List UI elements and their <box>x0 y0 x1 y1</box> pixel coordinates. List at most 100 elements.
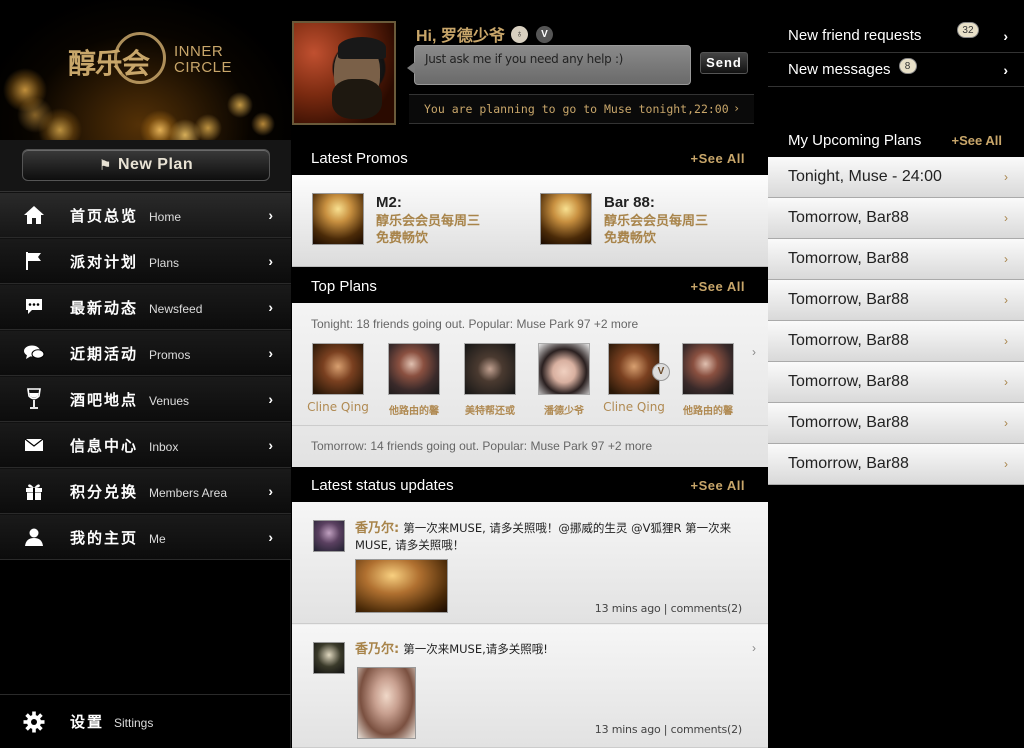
sidebar-item-label-en: Me <box>149 532 166 546</box>
status-header: Latest status updates +See All <box>292 469 768 501</box>
upcoming-plan-item[interactable]: Tomorrow, Bar88 › <box>768 403 1024 444</box>
chevron-right-icon: › <box>1004 457 1008 471</box>
plan-notice-link[interactable]: You are planning to go to Muse tonight,2… <box>409 94 754 124</box>
upcoming-see-all-link[interactable]: +See All <box>952 133 1002 148</box>
friend-requests-count-badge: 32 <box>957 21 979 38</box>
top-plans-header: Top Plans +See All <box>292 270 768 302</box>
status-photo[interactable] <box>355 559 448 613</box>
person-icon <box>22 525 46 549</box>
friend-name: Cline Qing <box>603 400 665 414</box>
send-button[interactable]: Send <box>700 52 748 74</box>
sidebar-item-promos[interactable]: 近期活动 Promos › <box>0 330 291 376</box>
chevron-right-icon: › <box>1003 61 1008 78</box>
logo-text-en: INNER CIRCLE <box>174 44 232 76</box>
status-author[interactable]: 香乃尔: <box>355 642 399 657</box>
status-author[interactable]: 香乃尔: <box>355 521 399 536</box>
sidebar-item-settings[interactable]: 设置 Sittings <box>0 694 291 748</box>
sidebar-item-plans[interactable]: 派对计划 Plans › <box>0 238 291 284</box>
top-plans-see-all-link[interactable]: +See All <box>691 279 745 294</box>
chevron-right-icon: › <box>268 345 273 361</box>
plan-notice-text: You are planning to go to Muse tonight,2… <box>424 102 729 116</box>
sidebar-item-label-en: Promos <box>149 348 191 362</box>
tonight-summary: Tonight: 18 friends going out. Popular: … <box>311 317 639 331</box>
sidebar-item-inbox[interactable]: 信息中心 Inbox › <box>0 422 291 468</box>
sidebar-item-label-cn: 最新动态 <box>70 298 139 317</box>
ask-input[interactable]: Just ask me if you need any help :) <box>407 45 691 85</box>
promo-thumbnail <box>540 193 592 245</box>
status-meta[interactable]: 13 mins ago | comments(2) <box>595 602 742 615</box>
chevron-right-icon: › <box>1004 334 1008 348</box>
upcoming-plan-item[interactable]: Tomorrow, Bar88 › <box>768 444 1024 485</box>
friend-requests-row[interactable]: New friend requests 32 › <box>768 19 1024 53</box>
sidebar-item-newsfeed[interactable]: 最新动态 Newsfeed › <box>0 284 291 330</box>
divider <box>292 425 768 426</box>
chevron-right-icon: › <box>1004 170 1008 184</box>
sidebar-item-label-cn: 派对计划 <box>70 252 139 271</box>
upcoming-plan-label: Tonight, Muse - 24:00 <box>788 168 942 185</box>
promo-description: 醇乐会会员每周三 免费畅饮 <box>376 213 526 247</box>
gift-icon <box>22 479 46 503</box>
upcoming-plan-item[interactable]: Tomorrow, Bar88 › <box>768 239 1024 280</box>
upcoming-plan-label: Tomorrow, Bar88 <box>788 373 909 390</box>
status-see-all-link[interactable]: +See All <box>691 478 745 493</box>
status-avatar[interactable] <box>313 520 345 552</box>
upcoming-plans-title: My Upcoming Plans <box>788 131 922 149</box>
chevron-right-icon: › <box>268 391 273 407</box>
promo-card[interactable]: M2: 醇乐会会员每周三 免费畅饮 <box>312 193 532 248</box>
inner-circle-logo[interactable]: 醇乐会 INNER CIRCLE <box>68 30 232 90</box>
chevron-right-icon[interactable]: › <box>752 345 756 359</box>
upcoming-plan-label: Tomorrow, Bar88 <box>788 209 909 226</box>
vip-badge-icon: V <box>535 25 553 43</box>
gear-icon <box>22 710 46 734</box>
main-content: Hi, 罗德少爷 ♁ V Just ask me if you need any… <box>292 0 768 748</box>
logo-text-cn: 醇乐会 <box>68 47 150 80</box>
status-item[interactable]: 香乃尔: 第一次来MUSE, 请多关照哦！@挪威的生灵 @V狐狸R 第一次来MUS… <box>292 502 768 624</box>
promo-title: M2: <box>376 194 402 211</box>
status-photo[interactable] <box>357 667 416 739</box>
friend-avatar <box>682 343 734 395</box>
chevron-right-icon: › <box>1004 375 1008 389</box>
promo-card[interactable]: Bar 88: 醇乐会会员每周三 免费畅饮 <box>540 193 760 248</box>
promos-see-all-link[interactable]: +See All <box>691 151 745 166</box>
status-item[interactable]: 香乃尔: 第一次来MUSE,请多关照哦! › 13 mins ago | comm… <box>292 625 768 748</box>
promo-description: 醇乐会会员每周三 免费畅饮 <box>604 213 754 247</box>
sidebar-item-label-en: Plans <box>149 256 180 270</box>
upcoming-plan-item[interactable]: Tomorrow, Bar88 › <box>768 362 1024 403</box>
chevron-right-icon: › <box>268 299 273 315</box>
greeting-text: Hi, 罗德少爷 <box>416 28 505 45</box>
chevron-right-icon[interactable]: › <box>752 641 756 655</box>
home-icon <box>22 203 46 227</box>
flag-icon <box>22 249 46 273</box>
new-messages-row[interactable]: New messages 8 › <box>768 53 1024 87</box>
status-avatar[interactable] <box>313 642 345 674</box>
sidebar-item-home[interactable]: 首页总览 Home › <box>0 192 291 238</box>
sidebar-item-label-en: Members Area <box>149 486 228 500</box>
new-plan-button[interactable]: ⚑ New Plan <box>22 149 270 181</box>
sidebar-item-members-area[interactable]: 积分兑换 Members Area › <box>0 468 291 514</box>
upcoming-plan-item[interactable]: Tonight, Muse - 24:00 › <box>768 157 1024 198</box>
wine-glass-icon <box>22 387 46 411</box>
logo-en-line2: CIRCLE <box>174 59 233 76</box>
sidebar-item-venues[interactable]: 酒吧地点 Venues › <box>0 376 291 422</box>
promos-panel: M2: 醇乐会会员每周三 免费畅饮 Bar 88: 醇乐会会员每周三 免费畅饮 <box>292 175 768 267</box>
chevron-right-icon: › <box>268 207 273 223</box>
upcoming-plan-item[interactable]: Tomorrow, Bar88 › <box>768 198 1024 239</box>
promo-desc-line2: 免费畅饮 <box>604 231 657 246</box>
chevron-right-icon: › <box>733 101 740 115</box>
status-text: 第一次来MUSE,请多关照哦! <box>403 642 548 656</box>
sidebar: 醇乐会 INNERCIRCLE ⚑ New Plan 首页总览 Home › <box>0 0 291 748</box>
sidebar-item-label-cn: 近期活动 <box>70 344 139 363</box>
sidebar-item-label-cn: 首页总览 <box>70 206 139 225</box>
avatar-beard-shape <box>332 79 382 119</box>
sidebar-item-me[interactable]: 我的主页 Me › <box>0 514 291 560</box>
app-window: 醇乐会 INNERCIRCLE ⚑ New Plan 首页总览 Home › <box>0 0 1024 748</box>
upcoming-plan-item[interactable]: Tomorrow, Bar88 › <box>768 280 1024 321</box>
speech-bubble-icon <box>22 295 46 319</box>
upcoming-plan-item[interactable]: Tomorrow, Bar88 › <box>768 321 1024 362</box>
status-meta[interactable]: 13 mins ago | comments(2) <box>595 723 742 736</box>
top-plans-panel: Tonight: 18 friends going out. Popular: … <box>292 303 768 467</box>
profile-avatar[interactable] <box>292 21 396 125</box>
greeting: Hi, 罗德少爷 ♁ V <box>416 22 553 46</box>
ring-badge-icon: ♁ <box>510 25 528 43</box>
promo-title: Bar 88: <box>604 194 655 211</box>
